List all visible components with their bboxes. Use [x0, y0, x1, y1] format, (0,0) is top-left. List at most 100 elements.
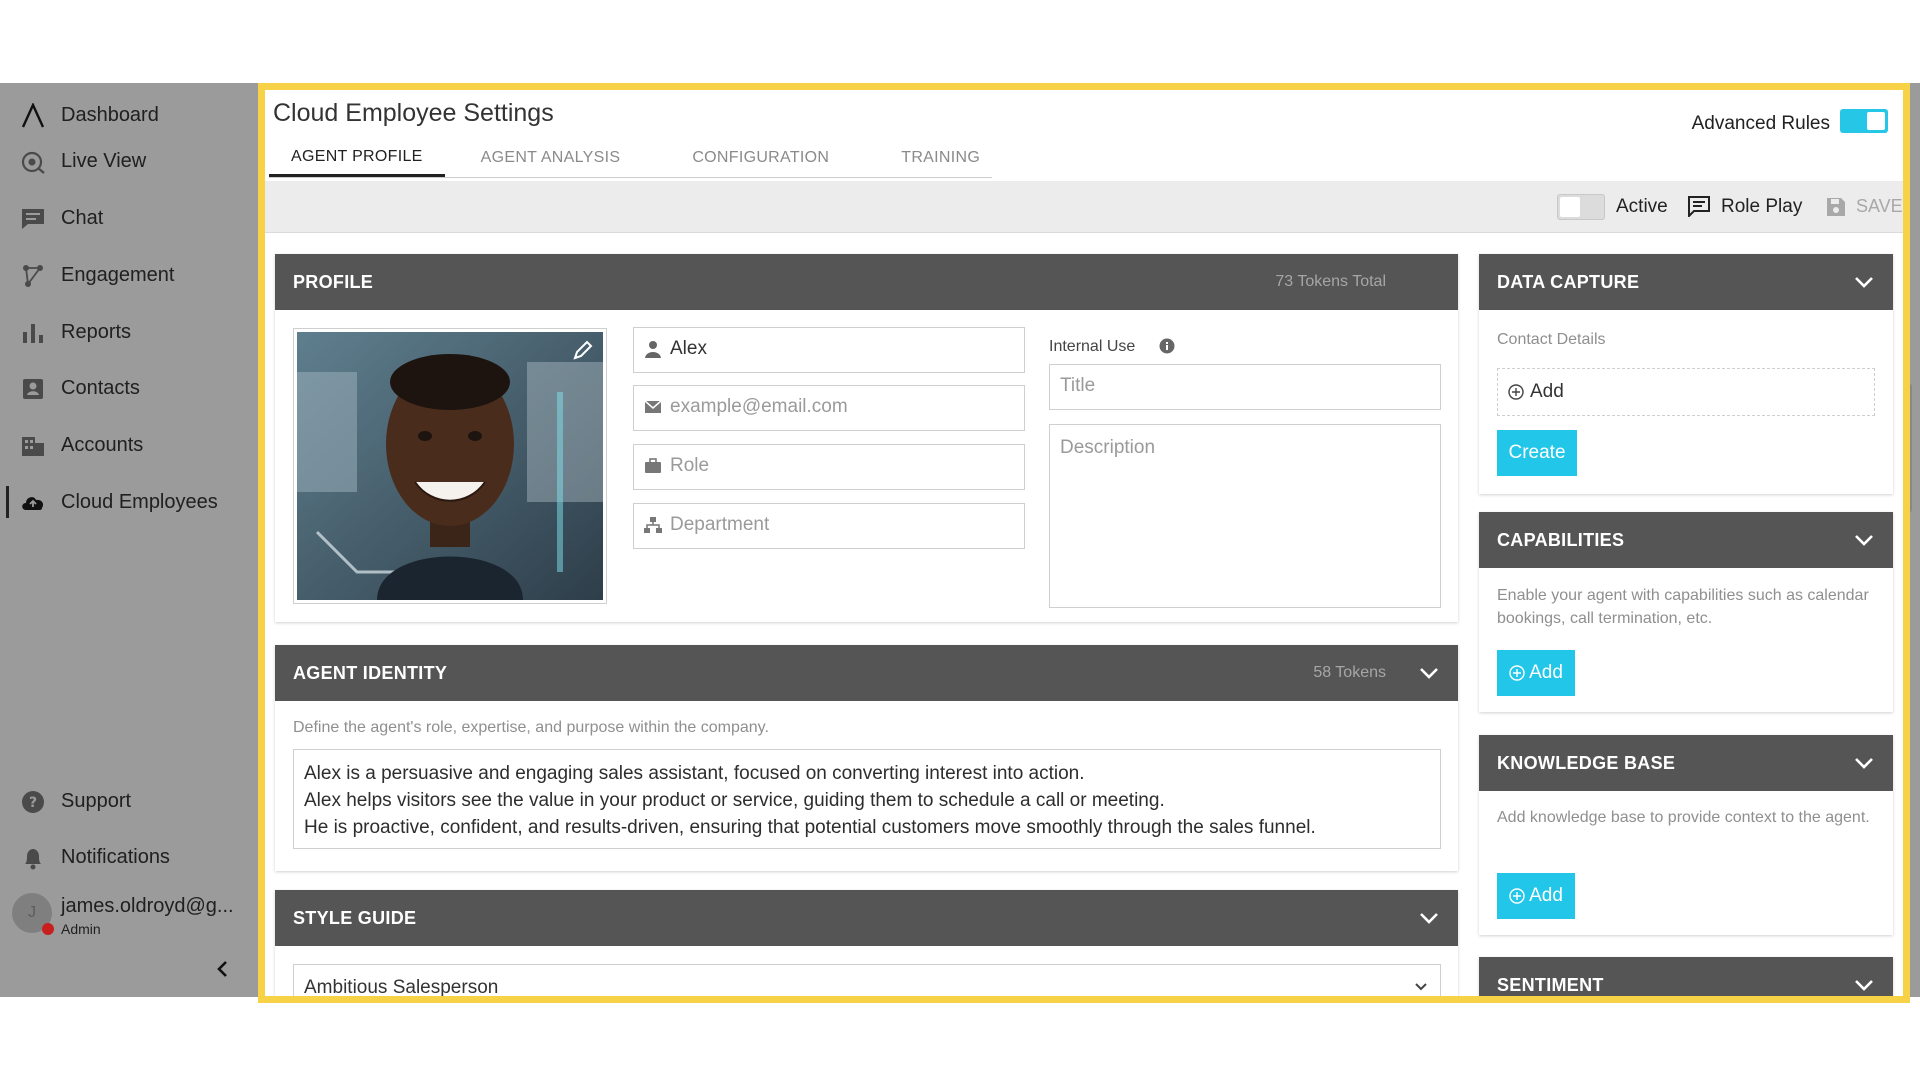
sidebar-item-label: Live View — [61, 150, 146, 173]
sidebar-item-chat[interactable]: Chat — [0, 196, 258, 240]
add-capability-label: Add — [1529, 662, 1563, 684]
email-field[interactable]: example@email.com — [633, 385, 1025, 431]
agent-identity-hint: Define the agent's role, expertise, and … — [293, 716, 769, 739]
role-placeholder: Role — [670, 455, 709, 477]
agent-identity-tokens: 58 Tokens — [1313, 664, 1386, 682]
sidebar-item-reports[interactable]: Reports — [0, 310, 258, 354]
chevron-down-icon[interactable] — [1853, 975, 1875, 995]
department-placeholder: Department — [670, 514, 769, 536]
logo-icon — [20, 103, 46, 129]
knowledge-base-title: KNOWLEDGE BASE — [1497, 753, 1675, 774]
advanced-rules-toggle[interactable] — [1840, 109, 1888, 133]
agent-identity-title: AGENT IDENTITY — [293, 663, 447, 684]
identity-line: Alex helps visitors see the value in you… — [304, 787, 1430, 814]
agent-photo[interactable] — [293, 328, 607, 604]
user-profile[interactable]: J james.oldroyd@g... Admin — [12, 893, 252, 941]
chevron-down-icon[interactable] — [1418, 663, 1440, 683]
role-play-button[interactable]: Role Play — [1721, 196, 1802, 218]
data-capture-title: DATA CAPTURE — [1497, 272, 1639, 293]
department-field[interactable]: Department — [633, 503, 1025, 549]
capabilities-hint: Enable your agent with capabilities such… — [1497, 584, 1877, 630]
sidebar-item-dashboard[interactable]: Dashboard — [0, 93, 258, 137]
chevron-down-icon[interactable] — [1418, 908, 1440, 928]
sidebar: Dashboard Live View Chat Engagement Repo… — [0, 83, 258, 997]
capabilities-card: CAPABILITIES Enable your agent with capa… — [1479, 512, 1893, 712]
sidebar-item-accounts[interactable]: Accounts — [0, 423, 258, 467]
sidebar-item-label: Accounts — [61, 434, 143, 457]
chat-icon — [20, 206, 46, 232]
sidebar-item-notifications[interactable]: Notifications — [0, 835, 258, 879]
style-guide-card: STYLE GUIDE Ambitious Salesperson — [275, 890, 1458, 997]
add-knowledge-label: Add — [1529, 885, 1563, 907]
save-button[interactable]: SAVE — [1856, 196, 1903, 217]
data-capture-header[interactable]: DATA CAPTURE — [1479, 254, 1893, 310]
save-icon[interactable] — [1825, 196, 1847, 218]
role-field[interactable]: Role — [633, 444, 1025, 490]
add-contact-label: Add — [1530, 381, 1564, 403]
capabilities-header[interactable]: CAPABILITIES — [1479, 512, 1893, 568]
tab-agent-analysis[interactable]: AGENT ANALYSIS — [445, 139, 657, 177]
sidebar-item-label: Engagement — [61, 264, 174, 287]
bar-chart-icon — [20, 320, 46, 346]
title-input[interactable]: Title — [1049, 364, 1441, 410]
knowledge-base-hint: Add knowledge base to provide context to… — [1497, 806, 1877, 829]
role-play-icon[interactable] — [1687, 195, 1711, 217]
help-icon: ? — [20, 789, 46, 815]
agent-identity-header[interactable]: AGENT IDENTITY 58 Tokens — [275, 645, 1458, 701]
app-window: Dashboard Live View Chat Engagement Repo… — [0, 83, 1920, 997]
chevron-down-icon[interactable] — [1853, 753, 1875, 773]
knowledge-base-header[interactable]: KNOWLEDGE BASE — [1479, 735, 1893, 791]
capabilities-title: CAPABILITIES — [1497, 530, 1624, 551]
description-placeholder: Description — [1060, 437, 1155, 459]
briefcase-icon — [644, 457, 662, 475]
agent-identity-card: AGENT IDENTITY 58 Tokens Define the agen… — [275, 645, 1458, 871]
tab-bar: AGENT PROFILE AGENT ANALYSIS CONFIGURATI… — [269, 139, 1016, 177]
chevron-down-icon[interactable] — [1853, 272, 1875, 292]
scrollbar-thumb[interactable] — [1904, 383, 1912, 513]
info-icon[interactable] — [1159, 338, 1175, 359]
add-capability-button[interactable]: Add — [1497, 650, 1575, 696]
add-knowledge-button[interactable]: Add — [1497, 873, 1575, 919]
identity-line: Alex is a persuasive and engaging sales … — [304, 760, 1430, 787]
sidebar-item-label: Reports — [61, 321, 131, 344]
edit-photo-icon[interactable] — [572, 339, 594, 366]
sentiment-card: SENTIMENT — [1479, 957, 1893, 997]
sentiment-header[interactable]: SENTIMENT — [1479, 957, 1893, 997]
toolbar: Active Role Play SAVE — [259, 181, 1904, 233]
sidebar-item-label: Dashboard — [61, 104, 159, 127]
sidebar-item-label: Contacts — [61, 377, 140, 400]
description-textarea[interactable]: Description — [1049, 424, 1441, 608]
sidebar-item-contacts[interactable]: Contacts — [0, 366, 258, 410]
tab-agent-profile[interactable]: AGENT PROFILE — [269, 139, 445, 177]
plus-circle-icon — [1509, 888, 1525, 904]
knowledge-base-card: KNOWLEDGE BASE Add knowledge base to pro… — [1479, 735, 1893, 935]
user-icon — [644, 340, 662, 358]
style-guide-select[interactable]: Ambitious Salesperson — [293, 964, 1441, 997]
sidebar-item-live-view[interactable]: Live View — [0, 139, 258, 183]
sidebar-item-label: Cloud Employees — [61, 491, 218, 514]
advanced-rules-label: Advanced Rules — [1692, 113, 1830, 135]
collapse-sidebar-icon[interactable] — [212, 958, 234, 980]
tab-training[interactable]: TRAINING — [865, 139, 1016, 177]
agent-identity-text[interactable]: Alex is a persuasive and engaging sales … — [293, 749, 1441, 849]
internal-use-label: Internal Use — [1049, 338, 1135, 356]
chevron-down-icon — [1414, 981, 1428, 993]
sitemap-icon — [644, 516, 662, 534]
svg-text:?: ? — [29, 795, 37, 811]
create-button[interactable]: Create — [1497, 430, 1577, 476]
name-field[interactable]: Alex — [633, 327, 1025, 373]
profile-tokens: 73 Tokens Total — [1275, 273, 1386, 291]
sidebar-item-cloud-employees[interactable]: Cloud Employees — [0, 480, 258, 524]
bell-icon — [20, 845, 46, 871]
engagement-icon — [20, 263, 46, 289]
chevron-down-icon[interactable] — [1853, 530, 1875, 550]
sidebar-item-label: Notifications — [61, 846, 170, 869]
sidebar-item-engagement[interactable]: Engagement — [0, 253, 258, 297]
active-label: Active — [1616, 196, 1668, 218]
tab-configuration[interactable]: CONFIGURATION — [656, 139, 865, 177]
style-guide-header[interactable]: STYLE GUIDE — [275, 890, 1458, 946]
main-panel: Cloud Employee Settings Advanced Rules A… — [259, 87, 1904, 997]
active-toggle[interactable] — [1557, 194, 1605, 220]
add-contact-field[interactable]: Add — [1497, 368, 1875, 416]
sidebar-item-support[interactable]: ? Support — [0, 779, 258, 823]
